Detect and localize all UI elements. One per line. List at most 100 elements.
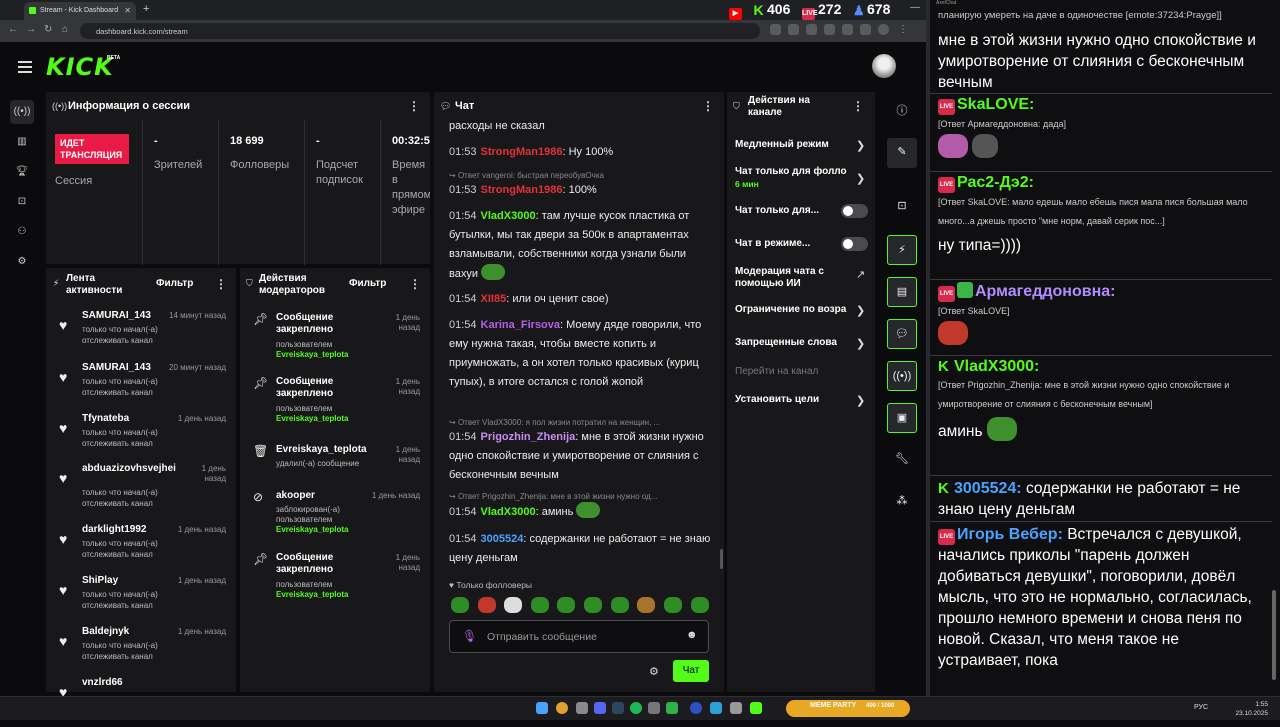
extension-icon[interactable] — [788, 24, 799, 35]
channel-action-item[interactable]: Модерация чата с помощью ИИ — [735, 266, 865, 290]
channel-action-item[interactable]: Перейти на канал — [735, 366, 865, 378]
chat-more-icon[interactable]: ⋮ — [702, 99, 714, 113]
chevron-right-icon[interactable]: ❯ — [856, 139, 865, 152]
kick-app-icon[interactable] — [750, 702, 762, 714]
chevron-right-icon[interactable]: ❯ — [856, 172, 865, 185]
extension-icon[interactable] — [860, 24, 871, 35]
toggle-switch[interactable] — [841, 237, 868, 251]
emote-button[interactable] — [531, 597, 549, 613]
stream-icon[interactable]: ((•)) — [10, 100, 34, 124]
chat-username[interactable]: VladX3000 — [481, 506, 536, 518]
menu-icon[interactable]: ⋮ — [898, 24, 908, 35]
channel-action-item[interactable]: Медленный режим — [735, 139, 865, 151]
chevron-right-icon[interactable]: ❯ — [856, 337, 865, 350]
chat-message[interactable]: 01:53 StrongMan1986: Ну 100% — [449, 143, 711, 162]
chat-message[interactable]: 01:54 Karina_Firsova: Моему дяде говорили… — [449, 316, 711, 392]
app-icon[interactable] — [648, 702, 660, 714]
trophy-icon[interactable]: 🏆︎ — [10, 160, 34, 184]
session-more-icon[interactable]: ⋮ — [408, 99, 420, 113]
minimize-icon[interactable]: — — [910, 2, 920, 13]
channel-actions-more-icon[interactable]: ⋮ — [852, 99, 864, 113]
clip-icon[interactable]: ⊡ — [887, 192, 917, 222]
edit-icon[interactable]: ✎ — [887, 138, 917, 168]
chevron-right-icon[interactable]: ❯ — [856, 304, 865, 317]
chat-message[interactable]: 01:54 XII85: или оч ценит свое) — [449, 290, 711, 309]
chat-settings-icon[interactable]: ⚙ — [649, 665, 659, 678]
app-icon[interactable] — [690, 702, 702, 714]
moderator-username[interactable]: Evreiskaya_teplota — [276, 525, 386, 535]
language-indicator[interactable]: РУС — [1194, 704, 1208, 711]
extension-icon[interactable] — [842, 24, 853, 35]
emote-button[interactable] — [557, 597, 575, 613]
tab-close-icon[interactable]: ✕ — [124, 6, 131, 15]
chat-username[interactable]: StrongMan1986 — [481, 184, 563, 196]
activity-item[interactable]: ♥ SAMURAI_143 14 минут назад только что нач… — [56, 310, 232, 360]
chevron-right-icon[interactable]: ❯ — [856, 394, 865, 407]
emote-button[interactable] — [584, 597, 602, 613]
activity-item[interactable]: ♥ Tfynateba 1 день назад только что начал(-… — [56, 413, 232, 463]
activity-item[interactable]: ♥ SAMURAI_143 20 минут назад только что нач… — [56, 362, 232, 412]
discord-icon[interactable] — [594, 702, 606, 714]
overlay-icon[interactable]: ▣ — [887, 403, 917, 433]
telegram-icon[interactable] — [710, 702, 722, 714]
forward-icon[interactable]: → — [26, 24, 36, 35]
lightning-tool-icon[interactable]: ⚡︎ — [887, 235, 917, 265]
avatar[interactable] — [872, 54, 896, 78]
external-link-icon[interactable]: ↗ — [856, 268, 865, 281]
integrations-icon[interactable]: ⁂ — [887, 487, 917, 517]
clock[interactable]: 1:55 23.10.2025 — [1228, 700, 1268, 718]
channel-action-item[interactable]: Ограничение по возра — [735, 304, 865, 316]
emote-button[interactable] — [637, 597, 655, 613]
chat-message[interactable]: 01:54 VladX3000: там лучше кусок пластика… — [449, 207, 711, 284]
wrench-icon[interactable]: 🔧︎ — [887, 445, 917, 475]
moderator-filter-button[interactable]: Фильтр — [349, 278, 386, 289]
chat-scrollbar[interactable] — [720, 549, 723, 569]
activity-filter-button[interactable]: Фильтр — [156, 278, 193, 289]
browser-tab[interactable]: Stream - Kick Dashboard ✕ — [24, 2, 136, 20]
community-icon[interactable]: ⚇ — [10, 220, 34, 244]
emote-button[interactable] — [504, 597, 522, 613]
chat-input[interactable]: 🎙︎ Отправить сообщение ☻ — [449, 620, 709, 653]
emoji-icon[interactable]: ☻ — [686, 629, 698, 641]
chat-username[interactable]: Prigozhin_Zhenija — [481, 431, 576, 443]
chat-message[interactable]: 01:54 3005524: содержанки не работают = н… — [449, 530, 711, 568]
channel-action-item[interactable]: Установить цели — [735, 394, 865, 406]
channel-action-item[interactable]: Запрещенные слова — [735, 337, 865, 349]
hamburger-menu-icon[interactable] — [18, 61, 32, 73]
mic-icon[interactable]: 🎙︎ — [462, 629, 477, 643]
chat-username[interactable]: Karina_Firsova — [481, 319, 560, 331]
activity-item[interactable]: ♥ ShiPlay 1 день назад только что начал(-а)… — [56, 575, 232, 625]
activity-more-icon[interactable]: ⋮ — [215, 277, 227, 291]
emote-button[interactable] — [691, 597, 709, 613]
chat-username[interactable]: 3005524 — [481, 533, 524, 545]
start-icon[interactable] — [536, 702, 548, 714]
toggle-switch[interactable] — [841, 204, 868, 218]
clips-icon[interactable]: ⊡ — [10, 190, 34, 214]
extension-icon[interactable] — [806, 24, 817, 35]
chrome-icon[interactable] — [556, 702, 568, 714]
notes-icon[interactable]: ▤ — [887, 277, 917, 307]
steam-icon[interactable] — [612, 702, 624, 714]
channel-action-item[interactable]: Чат только для фолло 6 мин — [735, 166, 865, 190]
activity-item[interactable]: ♥ Baldejnyk 1 день назад только что начал(-… — [56, 626, 232, 676]
app-icon[interactable] — [730, 702, 742, 714]
app-icon[interactable] — [576, 702, 588, 714]
app-icon[interactable] — [666, 702, 678, 714]
spotify-icon[interactable] — [630, 702, 642, 714]
moderator-username[interactable]: Evreiskaya_teplota — [276, 414, 386, 424]
chat-message[interactable]: 01:54 Prigozhin_Zhenija: мне в этой жизни… — [449, 428, 711, 485]
profile-icon[interactable] — [878, 24, 889, 35]
emote-button[interactable] — [451, 597, 469, 613]
chat-tool-icon[interactable]: 💬︎ — [887, 319, 917, 349]
chat-message[interactable]: 01:54 VladX3000: аминь — [449, 502, 711, 522]
moderator-username[interactable]: Evreiskaya_teplota — [276, 590, 386, 600]
home-icon[interactable]: ⌂ — [62, 24, 68, 35]
overlay-scrollbar[interactable] — [1272, 590, 1276, 680]
reload-icon[interactable]: ↻ — [44, 24, 52, 35]
chat-username[interactable]: VladX3000 — [481, 210, 536, 222]
info-icon[interactable]: ⓘ — [887, 97, 917, 127]
url-field[interactable]: dashboard.kick.com/stream — [80, 23, 760, 39]
emote-button[interactable] — [664, 597, 682, 613]
chat-message[interactable]: 01:53 StrongMan1986: 100% — [449, 181, 711, 200]
chat-send-button[interactable]: Чат — [673, 660, 709, 682]
